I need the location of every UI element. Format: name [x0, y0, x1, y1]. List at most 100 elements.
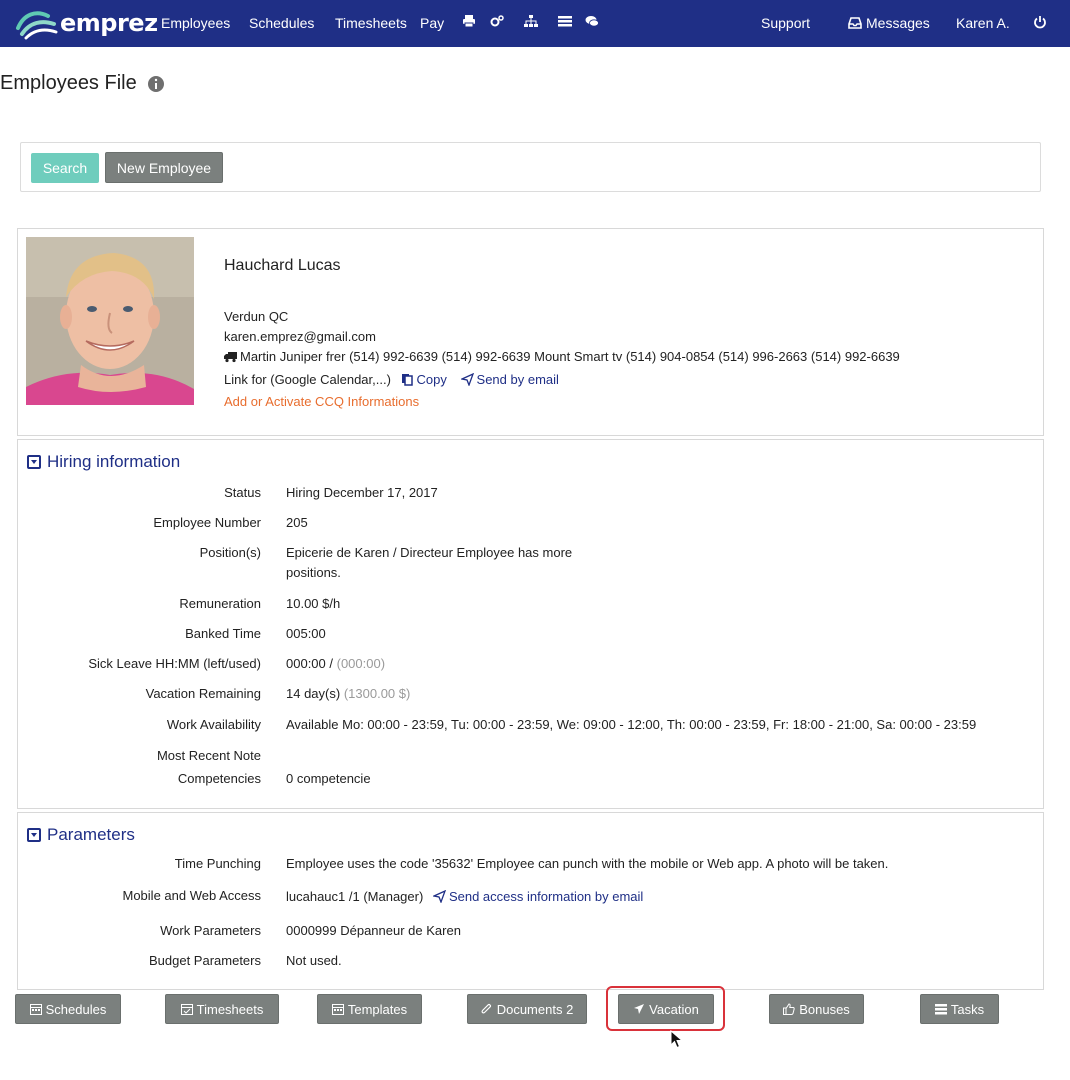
employee-number-value: 205 [286, 515, 308, 530]
nav-employees[interactable]: Employees [161, 15, 230, 31]
employee-city: Verdun QC [224, 309, 289, 324]
tasks-button[interactable]: Tasks [920, 994, 999, 1024]
budget-parameters-value: Not used. [286, 953, 342, 968]
sick-leave-label: Sick Leave HH:MM (left/used) [88, 656, 261, 671]
nav-user[interactable]: Karen A. [956, 15, 1010, 31]
budget-parameters-label: Budget Parameters [148, 953, 261, 968]
print-icon[interactable] [462, 14, 478, 30]
emprez-logo-icon [16, 11, 58, 40]
competencies-value: 0 competencie [286, 771, 371, 786]
employee-number-label: Employee Number [153, 515, 261, 530]
employee-phones-row: Martin Juniper frer (514) 992-6639 (514)… [224, 349, 900, 364]
info-icon[interactable] [147, 75, 165, 93]
positions-value: Epicerie de Karen / Directeur Employee h… [286, 545, 573, 560]
power-icon[interactable] [1033, 15, 1049, 31]
bonuses-button-label: Bonuses [799, 1001, 850, 1017]
positions-value-continued: positions. [286, 565, 341, 580]
calendar-icon [29, 1004, 42, 1015]
vacation-remaining-row: 14 day(s) (1300.00 $) [286, 686, 410, 701]
search-panel: Search New Employee [20, 142, 1041, 192]
work-availability-value: Available Mo: 00:00 - 23:59, Tu: 00:00 -… [286, 717, 977, 732]
brand-logo[interactable]: emprez [14, 6, 158, 40]
page-title-row: Employees File [0, 72, 165, 95]
comments-icon[interactable] [585, 14, 601, 30]
new-employee-button[interactable]: New Employee [105, 152, 223, 183]
send-access-info-link[interactable]: Send access information by email [431, 889, 644, 904]
paperclip-icon [481, 1003, 491, 1014]
inbox-icon[interactable] [848, 16, 864, 32]
nav-support[interactable]: Support [761, 15, 810, 31]
vacation-highlight-ring [606, 986, 725, 1031]
vacation-remaining-value: 14 day(s) [286, 686, 341, 701]
positions-label: Position(s) [199, 545, 261, 560]
schedules-button[interactable]: Schedules [15, 994, 121, 1024]
mobile-access-value: lucahauc1 /1 (Manager) [286, 889, 424, 904]
send-by-email-link[interactable]: Send by email [459, 372, 559, 387]
work-availability-label: Work Availability [166, 717, 261, 732]
parameters-section: Parameters Time Punching Employee uses t… [17, 812, 1044, 990]
time-punching-value: Employee uses the code '35632' Employee … [286, 856, 889, 871]
paper-plane-icon [459, 372, 474, 387]
work-parameters-value: 0000999 Dépanneur de Karen [286, 923, 461, 938]
caret-down-icon [27, 828, 41, 842]
caret-down-icon [27, 455, 41, 469]
mobile-access-row: lucahauc1 /1 (Manager) Send access infor… [286, 889, 643, 904]
sitemap-icon[interactable] [524, 14, 540, 30]
calendar-check-icon [180, 1004, 193, 1015]
nav-pay[interactable]: Pay [420, 15, 444, 31]
remuneration-value: 10.00 $/h [286, 596, 341, 611]
top-navbar: emprez Employees Schedules Timesheets Pa… [0, 0, 1070, 47]
employee-link-row: Link for (Google Calendar,...) Copy Send… [224, 372, 559, 387]
truck-icon [224, 350, 237, 363]
employee-name: Hauchard Lucas [224, 257, 341, 274]
employee-card: Hauchard Lucas Verdun QC karen.emprez@gm… [17, 228, 1044, 436]
sick-leave-value: 000:00 / [286, 656, 333, 671]
search-button[interactable]: Search [31, 153, 99, 183]
work-parameters-label: Work Parameters [160, 923, 261, 938]
list-icon[interactable] [558, 14, 574, 30]
hiring-section-title: Hiring information [47, 452, 181, 471]
timesheets-button[interactable]: Timesheets [165, 994, 279, 1024]
employee-email: karen.emprez@gmail.com [224, 329, 376, 344]
status-label: Status [224, 485, 261, 500]
remuneration-label: Remuneration [179, 596, 261, 611]
nav-messages[interactable]: Messages [866, 15, 930, 31]
send-access-info-label: Send access information by email [448, 889, 644, 904]
copy-link[interactable]: Copy [401, 372, 451, 387]
sick-leave-used: (000:00) [336, 656, 386, 671]
bonuses-button[interactable]: Bonuses [769, 994, 864, 1024]
copy-label: Copy [416, 372, 447, 387]
send-by-email-label: Send by email [476, 372, 559, 387]
page-title: Employees File [0, 72, 137, 94]
parameters-section-title: Parameters [47, 825, 135, 844]
hiring-section: Hiring information Status Hiring Decembe… [17, 439, 1044, 809]
ccq-link[interactable]: Add or Activate CCQ Informations [224, 394, 419, 409]
banked-time-value: 005:00 [286, 626, 326, 641]
tasks-button-label: Tasks [950, 1001, 985, 1017]
mouse-cursor-icon [670, 1030, 684, 1049]
hiring-section-toggle[interactable]: Hiring information [27, 452, 180, 472]
nav-schedules[interactable]: Schedules [249, 15, 314, 31]
tasks-list-icon [934, 1004, 947, 1015]
calendar-icon [331, 1004, 344, 1015]
templates-button-label: Templates [347, 1001, 408, 1017]
employee-photo[interactable] [26, 237, 194, 405]
documents-button-label: Documents 2 [496, 1001, 574, 1017]
schedules-button-label: Schedules [45, 1001, 107, 1017]
status-value: Hiring December 17, 2017 [286, 485, 438, 500]
parameters-section-toggle[interactable]: Parameters [27, 825, 135, 845]
documents-button[interactable]: Documents 2 [467, 994, 587, 1024]
vacation-remaining-label: Vacation Remaining [145, 686, 261, 701]
mobile-access-label: Mobile and Web Access [122, 888, 262, 903]
cogs-icon[interactable] [490, 14, 506, 30]
time-punching-label: Time Punching [174, 856, 261, 871]
templates-button[interactable]: Templates [317, 994, 422, 1024]
vacation-remaining-amount: (1300.00 $) [343, 686, 411, 701]
competencies-label: Competencies [177, 771, 261, 786]
nav-timesheets[interactable]: Timesheets [335, 15, 407, 31]
thumbs-up-icon [783, 1003, 795, 1015]
banked-time-label: Banked Time [185, 626, 261, 641]
copy-icon [401, 373, 414, 386]
paper-plane-icon [431, 889, 447, 904]
employee-phones: Martin Juniper frer (514) 992-6639 (514)… [240, 349, 900, 364]
